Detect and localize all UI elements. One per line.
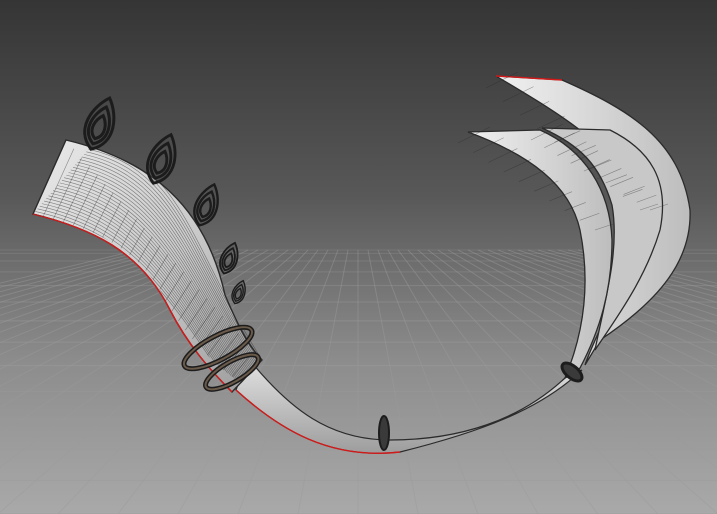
grid-line — [0, 249, 169, 298]
wire-line — [533, 180, 559, 192]
scene-svg — [0, 71, 717, 514]
wire-line — [518, 169, 545, 182]
grid-line — [0, 249, 139, 284]
tail-shaft — [235, 356, 583, 454]
band-ring — [378, 415, 390, 451]
wire-line — [503, 159, 532, 173]
leaf-ornament — [219, 241, 239, 275]
3d-viewport[interactable] — [0, 0, 717, 514]
wire-line — [537, 115, 565, 129]
grid-line — [447, 249, 717, 409]
wire-line — [488, 148, 518, 163]
grid-line — [0, 249, 149, 288]
wire-line — [520, 101, 550, 116]
